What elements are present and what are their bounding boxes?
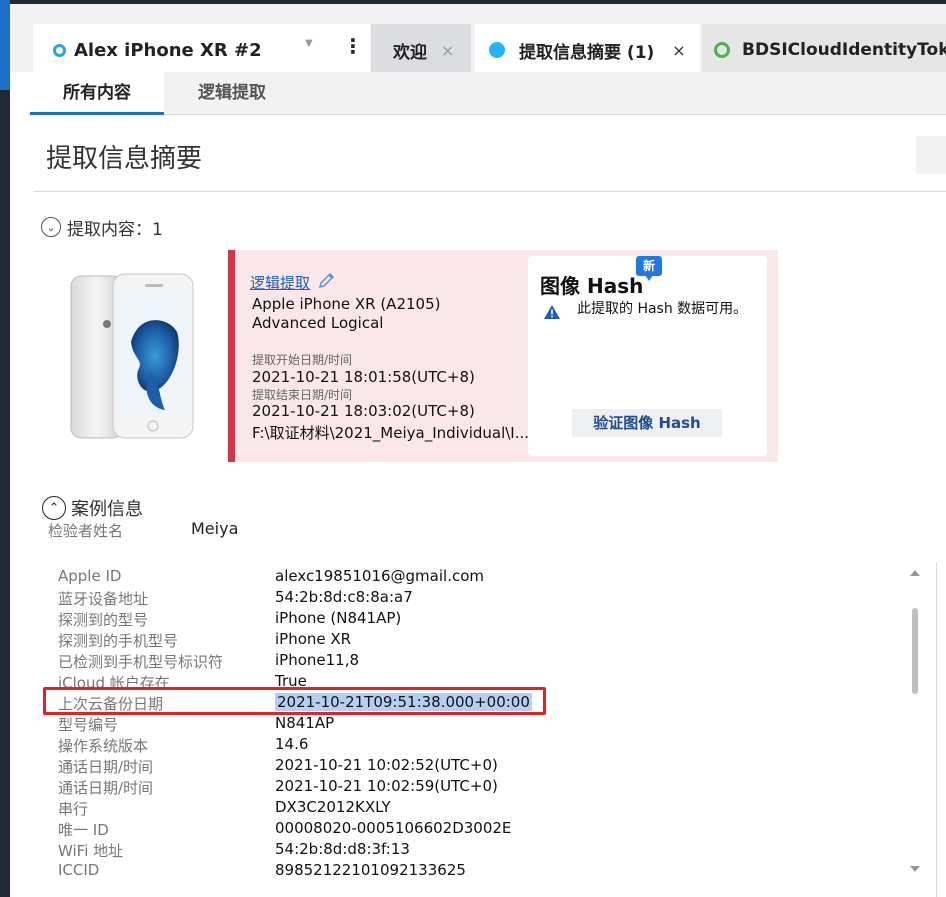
scrollbar-thumb[interactable] xyxy=(912,608,918,694)
examiner-name-value: Meiya xyxy=(191,519,239,538)
sub-tab-bar: 所有内容 逻辑提取 xyxy=(30,72,946,115)
collapse-toggle-icon[interactable]: ⌄ xyxy=(41,217,61,237)
tab-bar: Alex iPhone XR #2 ▼ ⋮ 欢迎 × 提取信息摘要 (1) × … xyxy=(10,4,946,76)
divider xyxy=(936,562,937,897)
start-time-value: 2021-10-21 18:01:58(UTC+8) xyxy=(252,368,475,386)
examiner-name-label: 检验者姓名 xyxy=(48,522,124,540)
new-badge: 新 xyxy=(636,256,662,281)
vertical-scrollbar[interactable] xyxy=(905,566,925,881)
verify-image-hash-button[interactable]: 验证图像 Hash xyxy=(572,409,722,437)
detail-row: 探测到的手机型号 iPhone XR xyxy=(58,629,908,650)
detail-value[interactable]: DX3C2012KXLY xyxy=(275,798,391,816)
detail-value[interactable]: iPhone11,8 xyxy=(275,651,359,669)
detail-label: Apple ID xyxy=(58,567,122,585)
detail-value[interactable]: 2021-10-21 10:02:59(UTC+0) xyxy=(275,777,498,795)
toolbar-button[interactable] xyxy=(916,136,946,174)
detail-row: ICCID 89852122101092133625 xyxy=(58,860,908,881)
detail-value[interactable]: 54:2b:8d:c8:8a:a7 xyxy=(275,588,413,606)
detail-value[interactable]: N841AP xyxy=(275,714,334,732)
extraction-path: F:\取证材料\2021_Meiya_Individual\I... xyxy=(252,424,530,442)
detail-row: 通话日期/时间 2021-10-21 10:02:59(UTC+0) xyxy=(58,776,908,797)
tab-device-label: Alex iPhone XR #2 xyxy=(74,39,262,61)
detail-row: 型号编号 N841AP xyxy=(58,713,908,734)
tab-status-dot-icon xyxy=(489,42,505,58)
app-left-strip xyxy=(0,0,10,897)
close-icon[interactable]: × xyxy=(441,41,454,60)
detail-value[interactable]: 14.6 xyxy=(275,735,308,753)
tab-device[interactable]: Alex iPhone XR #2 ▼ ⋮ xyxy=(33,24,370,76)
detail-label: 型号编号 xyxy=(58,716,119,734)
device-image xyxy=(69,272,197,440)
detail-label: 通话日期/时间 xyxy=(58,779,154,797)
detail-label: ICCID xyxy=(58,861,100,879)
logical-extraction-link[interactable]: 逻辑提取 xyxy=(250,272,310,293)
detail-value[interactable]: 00008020-0005106602D3002E xyxy=(275,819,511,837)
subtab-all-content[interactable]: 所有内容 xyxy=(30,72,164,115)
detail-value[interactable]: 54:2b:8d:d8:3f:13 xyxy=(275,840,410,858)
edit-pencil-icon[interactable] xyxy=(317,270,337,294)
tab-welcome-label: 欢迎 xyxy=(393,42,427,63)
end-time-value: 2021-10-21 18:03:02(UTC+8) xyxy=(252,402,475,420)
device-detail-list: Apple ID alexc19851016@gmail.com 蓝牙设备地址 54… xyxy=(58,566,908,881)
detail-row: 串行 DX3C2012KXLY xyxy=(58,797,908,818)
device-model: Apple iPhone XR (A2105) xyxy=(252,295,441,313)
detail-value[interactable]: iPhone (N841AP) xyxy=(275,609,401,627)
annotation-highlight-box xyxy=(43,687,546,715)
detail-row: 已检测到手机型号标识符 iPhone11,8 xyxy=(58,650,908,671)
detail-row: 操作系统版本 14.6 xyxy=(58,734,908,755)
scroll-down-icon[interactable] xyxy=(910,866,920,872)
detail-row: 蓝牙设备地址 54:2b:8d:c8:8a:a7 xyxy=(58,587,908,608)
detail-value[interactable]: alexc19851016@gmail.com xyxy=(275,567,484,585)
detail-label: WiFi 地址 xyxy=(58,842,124,860)
extraction-method: Advanced Logical xyxy=(252,314,384,332)
collapse-toggle-icon[interactable]: ⌃ xyxy=(42,496,66,520)
extraction-section-title: 提取内容：1 xyxy=(67,220,163,240)
chevron-down-icon: ⌄ xyxy=(46,220,56,234)
tab-status-ring-icon xyxy=(714,42,730,58)
tab-bdsi-cloud-identity[interactable]: BDSICloudIdentityToke xyxy=(702,24,946,76)
detail-label: 已检测到手机型号标识符 xyxy=(58,653,224,671)
tab-bdsi-label: BDSICloudIdentityToke xyxy=(742,40,946,60)
detail-row: WiFi 地址 54:2b:8d:d8:3f:13 xyxy=(58,839,908,860)
page-title: 提取信息摘要 xyxy=(46,144,203,174)
warning-icon xyxy=(543,304,561,324)
detail-row: 通话日期/时间 2021-10-21 10:02:52(UTC+0) xyxy=(58,755,908,776)
detail-label: 探测到的型号 xyxy=(58,611,149,629)
left-strip-accent xyxy=(0,0,10,90)
detail-label: 通话日期/时间 xyxy=(58,758,154,776)
end-time-label: 提取结束日期/时间 xyxy=(252,388,353,402)
more-options-icon[interactable]: ⋮ xyxy=(343,34,363,58)
detail-value[interactable]: 2021-10-21 10:02:52(UTC+0) xyxy=(275,756,498,774)
detail-label: 蓝牙设备地址 xyxy=(58,590,149,608)
detail-value[interactable]: 89852122101092133625 xyxy=(275,861,466,879)
tab-summary-label: 提取信息摘要 (1) xyxy=(519,42,655,63)
tab-extraction-summary[interactable]: 提取信息摘要 (1) × xyxy=(475,24,700,76)
chevron-down-icon[interactable]: ▼ xyxy=(305,38,313,49)
tab-welcome[interactable]: 欢迎 × xyxy=(371,24,471,76)
detail-value[interactable]: iPhone XR xyxy=(275,630,351,648)
subtab-logical-extraction[interactable]: 逻辑提取 xyxy=(198,72,266,115)
detail-row: 唯一 ID 00008020-0005106602D3002E xyxy=(58,818,908,839)
close-icon[interactable]: × xyxy=(672,41,685,60)
image-hash-panel: 图像 Hash 新 此提取的 Hash 数据可用。 验证图像 Hash xyxy=(528,256,767,456)
detail-label: 操作系统版本 xyxy=(58,737,149,755)
detail-label: 串行 xyxy=(58,800,89,818)
chevron-up-icon: ⌃ xyxy=(48,500,60,516)
device-status-icon xyxy=(53,43,66,57)
scroll-up-icon[interactable] xyxy=(910,570,920,576)
detail-label: 探测到的手机型号 xyxy=(58,632,179,650)
hash-note: 此提取的 Hash 数据可用。 xyxy=(577,301,748,317)
hash-title: 图像 Hash xyxy=(540,274,644,298)
detail-row: Apple ID alexc19851016@gmail.com xyxy=(58,566,908,587)
detail-label: 唯一 ID xyxy=(58,821,109,839)
case-info-title: 案例信息 xyxy=(71,499,143,520)
start-time-label: 提取开始日期/时间 xyxy=(252,353,353,367)
detail-row: 探测到的型号 iPhone (N841AP) xyxy=(58,608,908,629)
divider xyxy=(33,191,946,192)
